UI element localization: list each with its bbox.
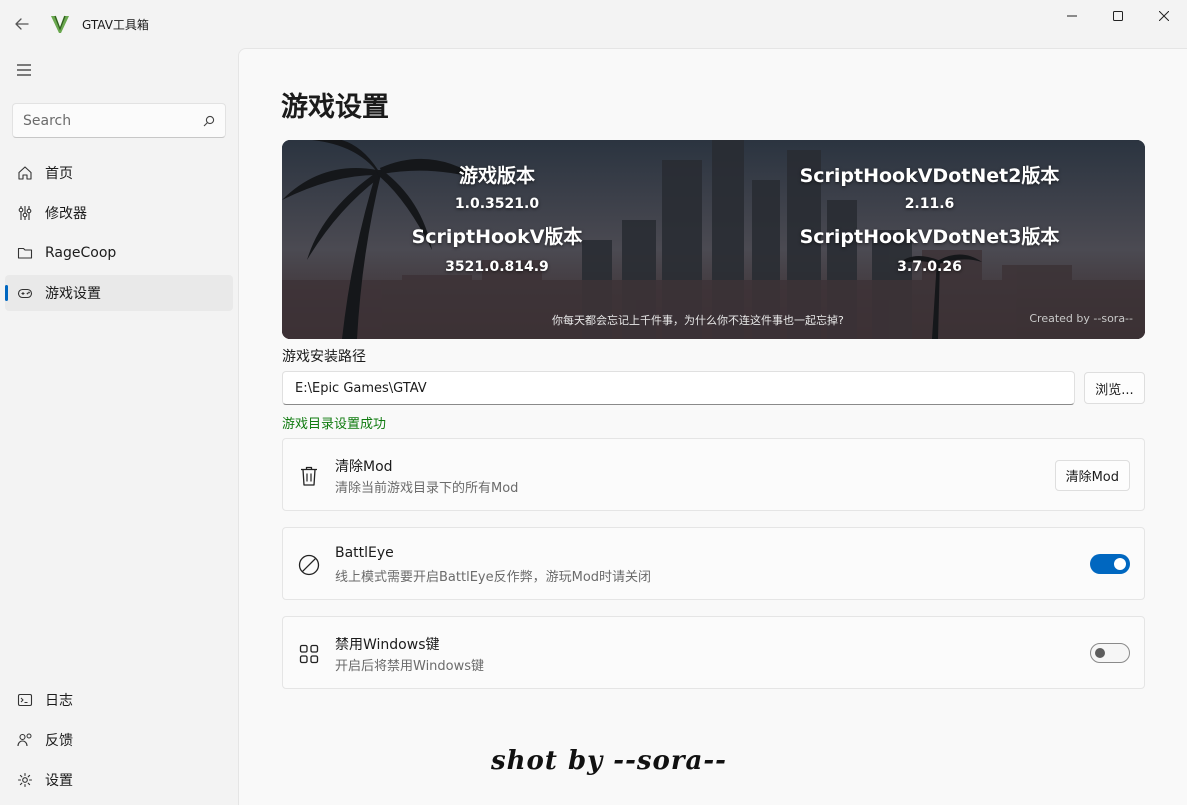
signature-watermark: shot by --sora-- [491, 746, 727, 776]
game-version-label: 游戏版本 [458, 165, 535, 187]
trash-icon [297, 464, 321, 488]
home-icon [17, 165, 33, 181]
banner-credit: Created by --sora-- [1029, 312, 1133, 325]
main-content: 游戏设置 游戏版本 1.0.3521.0 ScriptHookV版本 3521.… [238, 48, 1187, 805]
gear-icon [17, 772, 33, 788]
hamburger-icon [17, 64, 31, 76]
page-title: 游戏设置 [281, 92, 389, 123]
gamepad-icon [17, 285, 33, 301]
sidebar-item-feedback[interactable]: 反馈 [5, 722, 233, 758]
scripthookv-label: ScriptHookV版本 [411, 226, 583, 248]
game-version-value: 1.0.3521.0 [454, 196, 540, 212]
grid-icon [297, 642, 321, 666]
prohibited-icon [297, 553, 321, 577]
sidebar-item-label: 首页 [45, 166, 73, 182]
sliders-icon [17, 205, 33, 221]
console-icon [17, 692, 33, 708]
card-description: 开启后将禁用Windows键 [335, 659, 485, 674]
menu-toggle-button[interactable] [10, 56, 38, 84]
search-input[interactable] [23, 112, 203, 129]
battleye-toggle[interactable] [1090, 554, 1130, 574]
shvdn2-label: ScriptHookVDotNet2版本 [799, 165, 1060, 187]
install-path-field[interactable] [282, 371, 1075, 405]
search-icon[interactable] [203, 115, 215, 127]
version-banner: 游戏版本 1.0.3521.0 ScriptHookV版本 3521.0.814… [282, 140, 1145, 339]
sidebar-item-label: 反馈 [45, 733, 73, 749]
card-title: BattlEye [335, 545, 394, 561]
title-bar: GTAV工具箱 [0, 0, 1187, 48]
sidebar-item-trainer[interactable]: 修改器 [5, 195, 233, 231]
maximize-icon [1113, 11, 1123, 21]
clear-mod-button[interactable]: 清除Mod [1054, 460, 1130, 491]
close-button[interactable] [1141, 0, 1187, 32]
shvdn3-label: ScriptHookVDotNet3版本 [799, 226, 1060, 248]
maximize-button[interactable] [1095, 0, 1141, 32]
card-description: 线上模式需要开启BattlEye反作弊，游玩Mod时请关闭 [335, 570, 652, 585]
close-icon [1159, 11, 1169, 21]
sidebar-item-label: 日志 [45, 693, 73, 709]
feedback-icon [17, 732, 33, 748]
app-title: GTAV工具箱 [82, 17, 149, 32]
windows-key-toggle[interactable] [1090, 643, 1130, 663]
scripthookv-value: 3521.0.814.9 [445, 259, 549, 275]
install-path-label: 游戏安装路径 [282, 349, 366, 365]
back-button[interactable] [0, 0, 44, 48]
minimize-icon [1067, 15, 1077, 17]
banner-quote: 你每天都会忘记上千件事，为什么你不连这件事也一起忘掉? [552, 314, 844, 327]
window-controls [1049, 0, 1187, 32]
minimize-button[interactable] [1049, 0, 1095, 32]
sidebar-item-home[interactable]: 首页 [5, 155, 233, 191]
sidebar-item-ragecoop[interactable]: RageCoop [5, 235, 233, 271]
sidebar-item-label: 游戏设置 [45, 286, 101, 302]
success-message: 游戏目录设置成功 [282, 417, 387, 432]
shvdn3-value: 3.7.0.26 [897, 259, 962, 275]
disable-windows-key-card: 禁用Windows键 开启后将禁用Windows键 [282, 616, 1145, 689]
sidebar-item-log[interactable]: 日志 [5, 682, 233, 718]
folder-icon [17, 245, 33, 261]
search-box[interactable] [12, 103, 226, 138]
sidebar-item-game-settings[interactable]: 游戏设置 [5, 275, 233, 311]
sidebar-item-label: RageCoop [45, 245, 117, 261]
card-title: 清除Mod [335, 459, 393, 475]
back-arrow-icon [15, 18, 29, 30]
install-path-input[interactable] [295, 380, 1062, 396]
card-title: 禁用Windows键 [335, 637, 440, 653]
sidebar-item-label: 修改器 [45, 206, 87, 222]
card-description: 清除当前游戏目录下的所有Mod [335, 481, 519, 496]
sidebar-item-settings[interactable]: 设置 [5, 762, 233, 798]
browse-button[interactable]: 浏览... [1084, 372, 1145, 404]
shvdn2-value: 2.11.6 [904, 196, 955, 212]
app-logo-icon [51, 15, 69, 33]
clear-mod-card: 清除Mod 清除当前游戏目录下的所有Mod 清除Mod [282, 438, 1145, 511]
battleye-card: BattlEye 线上模式需要开启BattlEye反作弊，游玩Mod时请关闭 [282, 527, 1145, 600]
sidebar: 首页 修改器 RageCoop 游戏设置 日志 反馈 设置 [0, 48, 238, 805]
sidebar-item-label: 设置 [45, 773, 73, 789]
